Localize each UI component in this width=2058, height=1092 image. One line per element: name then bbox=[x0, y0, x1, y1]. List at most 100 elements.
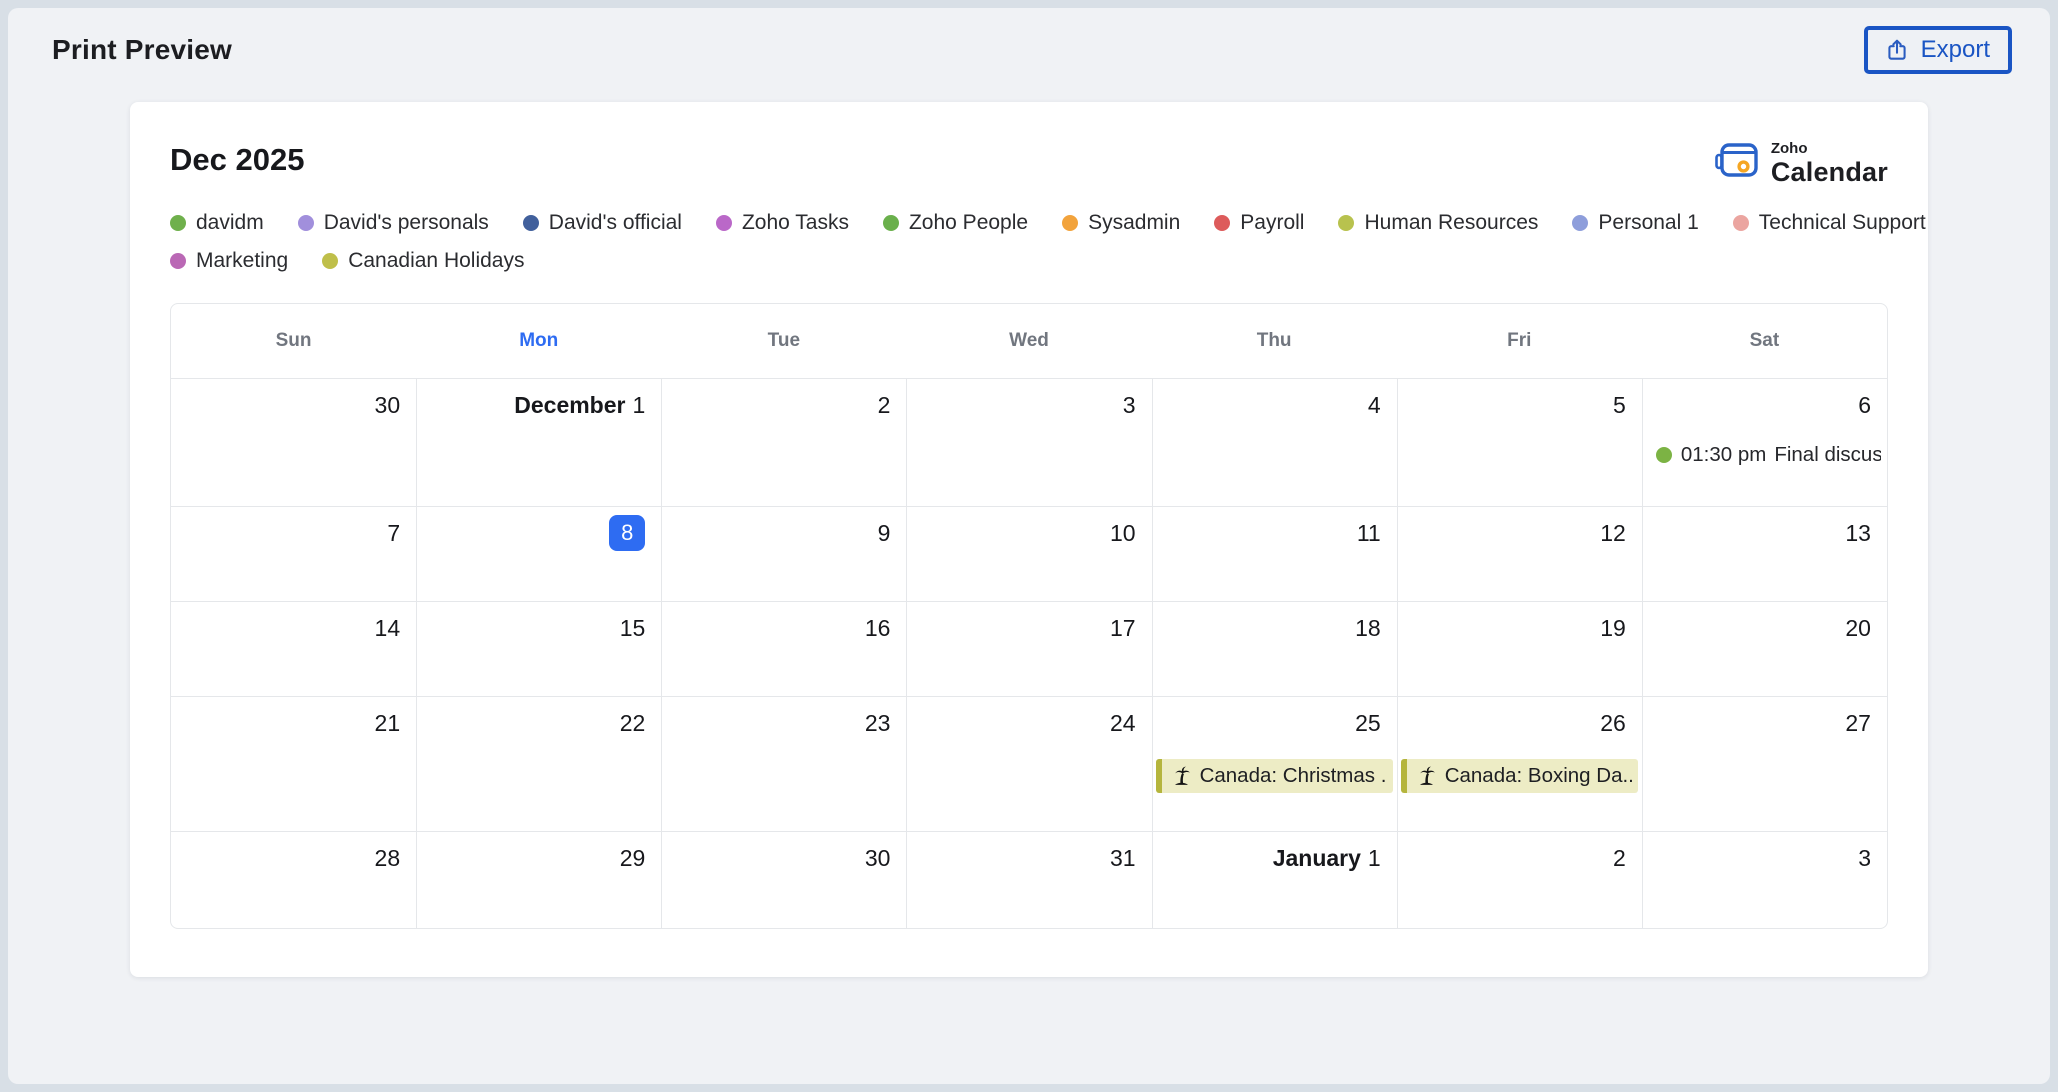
day-number: 16 bbox=[662, 602, 906, 644]
calendar-color-dot bbox=[298, 215, 314, 231]
day-cell: 2 bbox=[1397, 832, 1642, 928]
day-number: 13 bbox=[1643, 507, 1887, 549]
day-number: 18 bbox=[1153, 602, 1397, 644]
day-cell: December1 bbox=[416, 379, 661, 506]
day-cell: 13 bbox=[1642, 507, 1887, 601]
calendar-weeks: 30December12345601:30 pmFinal discus...7… bbox=[171, 378, 1887, 928]
legend-item: David's official bbox=[523, 211, 682, 235]
day-cell: 30 bbox=[661, 832, 906, 928]
month-label: December bbox=[514, 392, 625, 418]
day-cell: 8 bbox=[416, 507, 661, 601]
day-number: 14 bbox=[171, 602, 416, 644]
legend-item: Marketing bbox=[170, 249, 288, 273]
event-title: Canada: Christmas ... bbox=[1200, 764, 1387, 788]
weekday-wed: Wed bbox=[906, 330, 1151, 352]
legend-item: Payroll bbox=[1214, 211, 1304, 235]
page-title: Print Preview bbox=[52, 34, 232, 66]
day-number: 31 bbox=[907, 832, 1151, 874]
calendar-color-dot bbox=[716, 215, 732, 231]
day-cell: 601:30 pmFinal discus... bbox=[1642, 379, 1887, 506]
week-row: 78910111213 bbox=[171, 506, 1887, 601]
legend-label: Payroll bbox=[1240, 211, 1304, 235]
legend-row: Marketing Canadian Holidays bbox=[170, 249, 1888, 273]
legend-item: David's personals bbox=[298, 211, 489, 235]
event-time: 01:30 pm bbox=[1681, 443, 1766, 467]
calendar-color-dot bbox=[1062, 215, 1078, 231]
day-number: 2 bbox=[1398, 832, 1642, 874]
legend-label: Personal 1 bbox=[1598, 211, 1698, 235]
legend-item: Technical Support bbox=[1733, 211, 1926, 235]
week-row: 30December12345601:30 pmFinal discus... bbox=[171, 378, 1887, 506]
day-number: 27 bbox=[1643, 697, 1887, 739]
weekday-thu: Thu bbox=[1152, 330, 1397, 352]
day-number: 25 bbox=[1153, 697, 1397, 739]
day-number: 9 bbox=[662, 507, 906, 549]
day-number: 3 bbox=[907, 379, 1151, 421]
day-cell: 16 bbox=[661, 602, 906, 696]
zoho-calendar-logo: Zoho Calendar bbox=[1713, 140, 1888, 187]
day-cell: 28 bbox=[171, 832, 416, 928]
day-cell: 4 bbox=[1152, 379, 1397, 506]
day-number: 12 bbox=[1398, 507, 1642, 549]
weekday-sun: Sun bbox=[171, 330, 416, 352]
legend-label: David's official bbox=[549, 211, 682, 235]
logo-product: Calendar bbox=[1771, 159, 1888, 186]
calendar-legend: davidm David's personals David's official Z… bbox=[170, 211, 1888, 273]
today-badge: 8 bbox=[609, 515, 645, 551]
export-button[interactable]: Export bbox=[1864, 26, 2012, 74]
holiday-event: Canada: Christmas ... bbox=[1156, 759, 1393, 793]
calendar-color-dot bbox=[1214, 215, 1230, 231]
weekday-header-row: SunMonTueWedThuFriSat bbox=[171, 304, 1887, 378]
export-icon bbox=[1884, 37, 1910, 63]
legend-label: Sysadmin bbox=[1088, 211, 1180, 235]
weekday-mon: Mon bbox=[416, 330, 661, 352]
legend-label: Zoho Tasks bbox=[742, 211, 849, 235]
day-number: 2 bbox=[662, 379, 906, 421]
day-number: 29 bbox=[417, 832, 661, 874]
day-cell: 17 bbox=[906, 602, 1151, 696]
day-number: 5 bbox=[1398, 379, 1642, 421]
legend-label: davidm bbox=[196, 211, 264, 235]
card-header: Dec 2025 Zoho Calendar bbox=[170, 138, 1888, 187]
palm-tree-icon bbox=[1416, 766, 1437, 787]
day-cell: 30 bbox=[171, 379, 416, 506]
event-title: Final discus... bbox=[1774, 443, 1881, 467]
day-cell: 19 bbox=[1397, 602, 1642, 696]
legend-row: davidm David's personals David's official Z… bbox=[170, 211, 1888, 235]
day-number: 30 bbox=[171, 379, 416, 421]
calendar-grid: SunMonTueWedThuFriSat 30December12345601… bbox=[170, 303, 1888, 929]
legend-item: Zoho People bbox=[883, 211, 1028, 235]
day-number: January1 bbox=[1153, 832, 1397, 874]
legend-label: David's personals bbox=[324, 211, 489, 235]
calendar-color-dot bbox=[523, 215, 539, 231]
day-cell: 7 bbox=[171, 507, 416, 601]
day-cell: 12 bbox=[1397, 507, 1642, 601]
day-cell: 15 bbox=[416, 602, 661, 696]
month-title: Dec 2025 bbox=[170, 142, 304, 178]
day-cell: 26Canada: Boxing Da... bbox=[1397, 697, 1642, 831]
day-cell: 11 bbox=[1152, 507, 1397, 601]
day-number: 24 bbox=[907, 697, 1151, 739]
day-cell: 22 bbox=[416, 697, 661, 831]
month-label: January bbox=[1273, 845, 1361, 871]
palm-tree-icon bbox=[1171, 766, 1192, 787]
day-cell: 27 bbox=[1642, 697, 1887, 831]
day-number: 4 bbox=[1153, 379, 1397, 421]
legend-item: Personal 1 bbox=[1572, 211, 1698, 235]
day-number: 11 bbox=[1153, 507, 1397, 549]
export-label: Export bbox=[1921, 36, 1990, 64]
weekday-sat: Sat bbox=[1642, 330, 1887, 352]
calendar-color-dot bbox=[170, 215, 186, 231]
calendar-card: Dec 2025 Zoho Calendar davidm David's per… bbox=[130, 102, 1928, 977]
legend-label: Canadian Holidays bbox=[348, 249, 524, 273]
day-number: 21 bbox=[171, 697, 416, 739]
calendar-color-dot bbox=[170, 253, 186, 269]
day-cell: 23 bbox=[661, 697, 906, 831]
legend-label: Technical Support bbox=[1759, 211, 1926, 235]
day-cell: 14 bbox=[171, 602, 416, 696]
event-color-dot bbox=[1656, 447, 1672, 463]
day-number: 30 bbox=[662, 832, 906, 874]
legend-label: Marketing bbox=[196, 249, 288, 273]
calendar-color-dot bbox=[883, 215, 899, 231]
day-number: 22 bbox=[417, 697, 661, 739]
